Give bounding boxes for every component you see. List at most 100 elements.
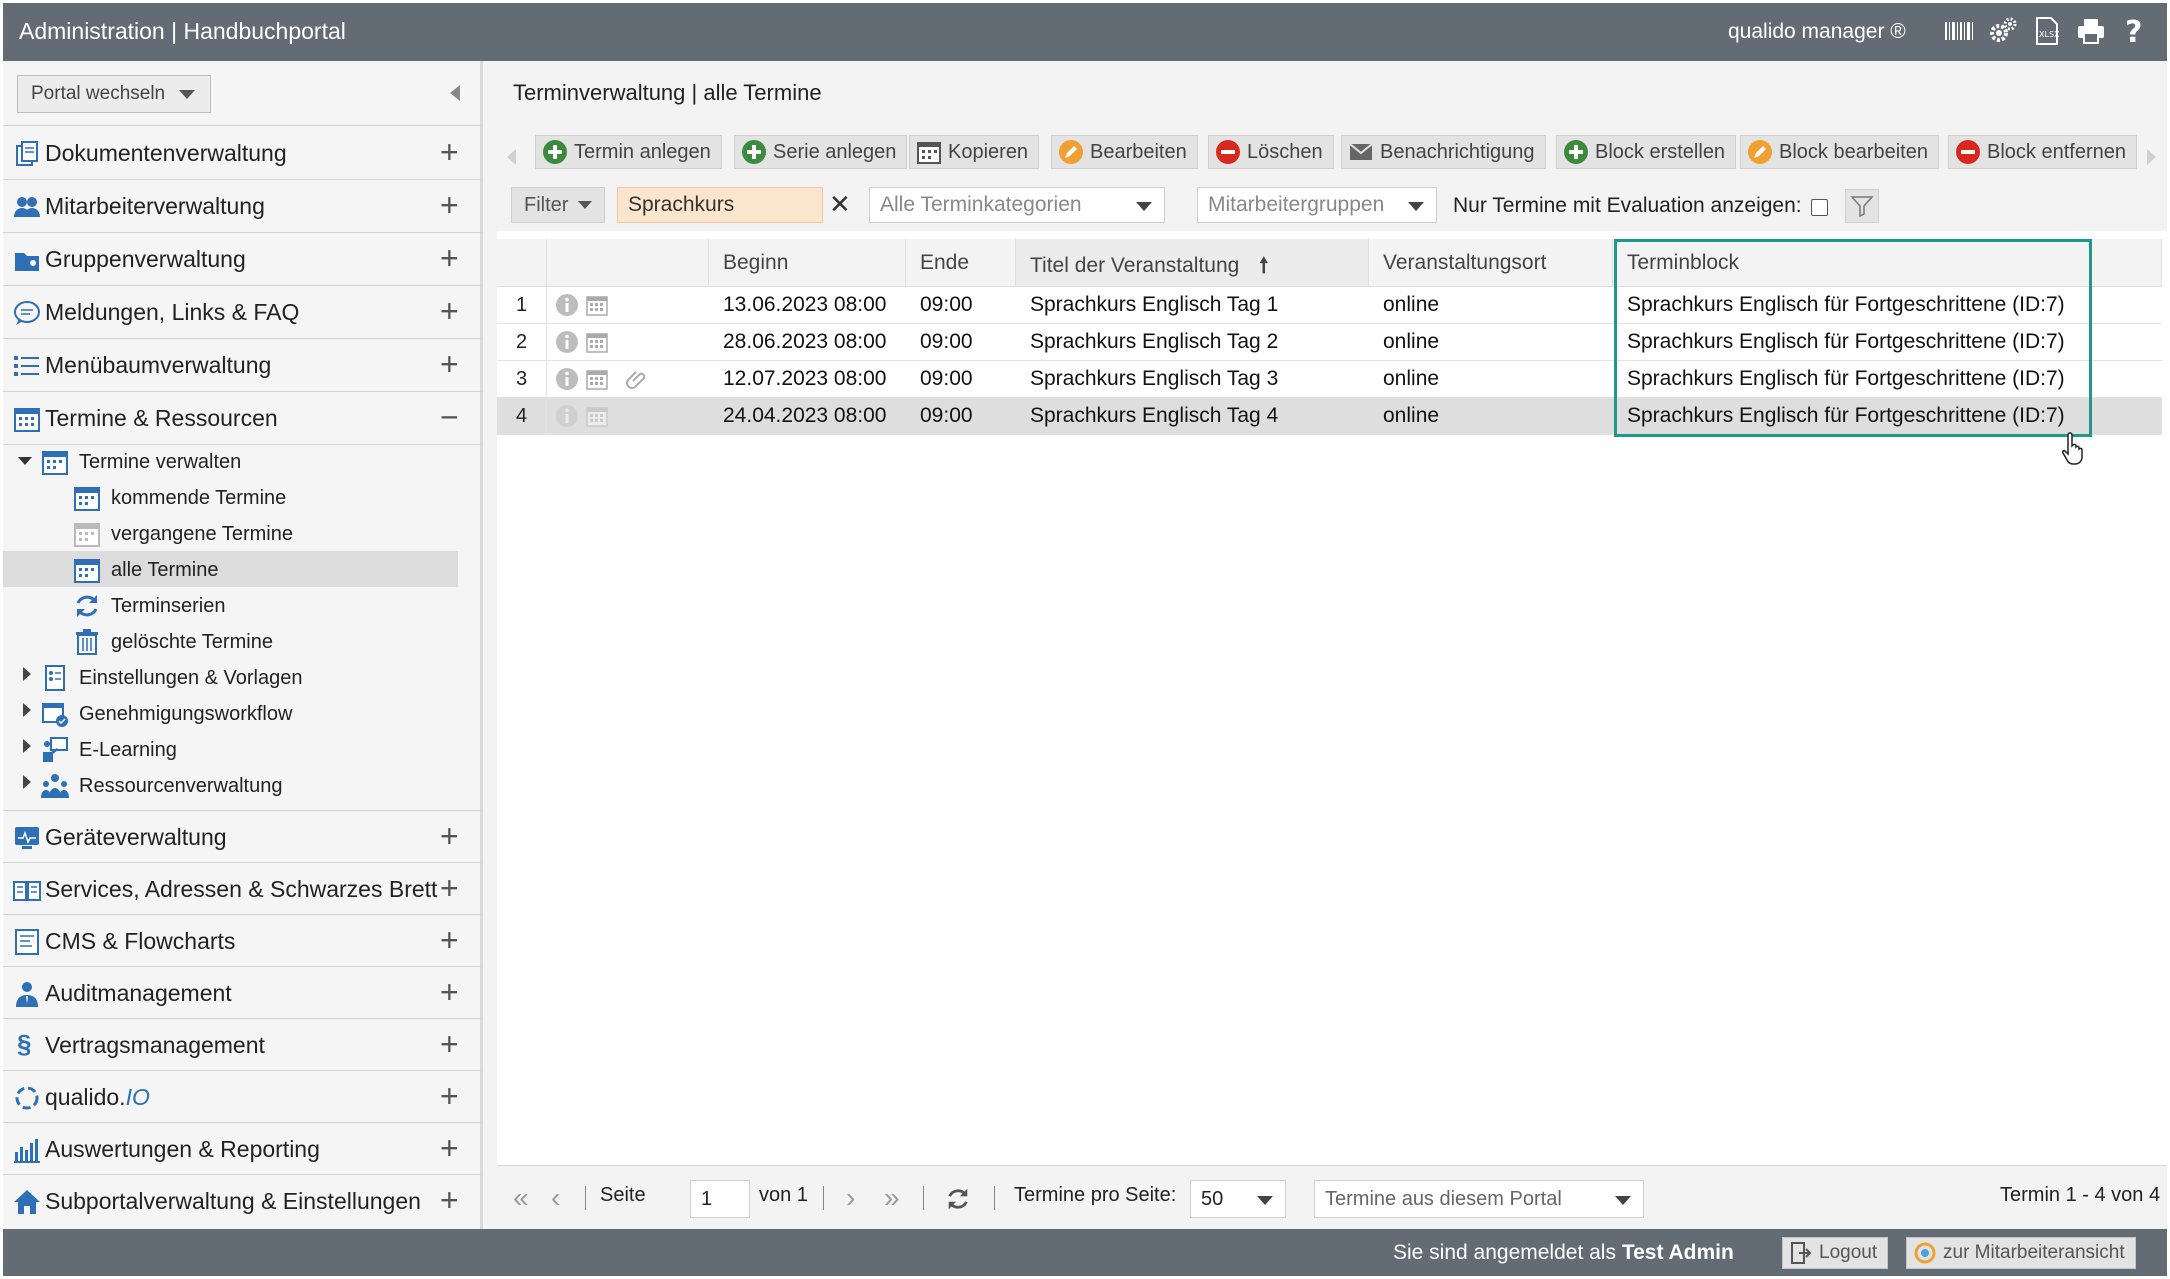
last-page-icon[interactable]: » xyxy=(884,1182,900,1214)
tree-expand-icon[interactable] xyxy=(23,775,31,789)
tree-terminserien[interactable]: Terminserien xyxy=(73,588,225,624)
nav-termine-ressourcen[interactable]: Termine & Ressourcen − xyxy=(3,392,483,444)
expand-icon[interactable]: + xyxy=(440,295,459,327)
help-icon[interactable]: ? xyxy=(2119,15,2151,47)
tree-alle-termine[interactable]: alle Termine xyxy=(73,552,218,588)
portal-scope-select[interactable]: Termine aus diesem Portal xyxy=(1314,1180,1644,1218)
calendar-icon[interactable] xyxy=(585,367,609,391)
info-icon[interactable] xyxy=(555,404,579,428)
nav-auditmanagement[interactable]: Auditmanagement + xyxy=(3,967,483,1019)
tree-e-learning[interactable]: E-Learning xyxy=(41,732,177,768)
apply-filter-button[interactable] xyxy=(1845,189,1879,223)
employee-group-select[interactable]: Mitarbeitergruppen xyxy=(1197,187,1437,223)
column-header-beginn[interactable]: Beginn xyxy=(709,239,906,287)
tree-ressourcenverwaltung[interactable]: Ressourcenverwaltung xyxy=(41,768,282,804)
nav-menuebaumverwaltung[interactable]: Menübaumverwaltung + xyxy=(3,339,483,391)
calendar-icon[interactable] xyxy=(585,293,609,317)
expand-icon[interactable]: + xyxy=(440,976,459,1008)
expand-icon[interactable]: + xyxy=(440,136,459,168)
page-number-input[interactable]: 1 xyxy=(690,1180,750,1218)
info-icon[interactable] xyxy=(555,330,579,354)
filter-dropdown[interactable]: Filter xyxy=(511,187,605,223)
presenter-icon xyxy=(43,737,68,762)
table-row[interactable]: 1 13.06.2023 08:00 09:00 Sprachkurs Englisc… xyxy=(497,287,2162,324)
collapse-icon[interactable]: − xyxy=(440,401,459,433)
expand-icon[interactable]: + xyxy=(440,189,459,221)
expand-icon[interactable]: + xyxy=(440,242,459,274)
first-page-icon[interactable]: « xyxy=(513,1182,529,1214)
category-select[interactable]: Alle Terminkategorien xyxy=(869,187,1165,223)
nav-gruppenverwaltung[interactable]: Gruppenverwaltung + xyxy=(3,233,483,285)
expand-icon[interactable]: + xyxy=(440,1028,459,1060)
nav-qualido-io[interactable]: qualido.IO + xyxy=(3,1071,483,1123)
nav-dokumentenverwaltung[interactable]: Dokumentenverwaltung + xyxy=(3,127,483,179)
loeschen-button[interactable]: Löschen xyxy=(1208,135,1334,169)
per-page-select[interactable]: 50 xyxy=(1190,1180,1286,1218)
nav-services-adressen[interactable]: Services, Adressen & Schwarzes Brett + xyxy=(3,863,483,915)
evaluation-checkbox[interactable] xyxy=(1811,199,1828,216)
expand-icon[interactable]: + xyxy=(440,924,459,956)
bearbeiten-button[interactable]: Bearbeiten xyxy=(1051,135,1198,169)
next-page-icon[interactable]: › xyxy=(846,1182,855,1214)
info-icon[interactable] xyxy=(555,367,579,391)
barcode-icon[interactable] xyxy=(1943,15,1975,47)
print-icon[interactable] xyxy=(2075,15,2107,47)
portal-switch-dropdown[interactable]: Portal wechseln xyxy=(17,75,211,113)
employee-view-button[interactable]: zur Mitarbeiteransicht xyxy=(1906,1237,2136,1269)
info-icon[interactable] xyxy=(555,293,579,317)
tree-vergangene-termine[interactable]: vergangene Termine xyxy=(73,516,293,552)
kopieren-button[interactable]: Kopieren xyxy=(909,135,1040,169)
tree-genehmigungsworkflow[interactable]: Genehmigungsworkflow xyxy=(41,696,292,732)
tree-kommende-termine[interactable]: kommende Termine xyxy=(73,480,286,516)
table-row[interactable]: 3 12.07.2023 08:00 09:00 Sprachkurs Englisc… xyxy=(497,361,2162,398)
column-header-ende[interactable]: Ende xyxy=(906,239,1016,287)
clear-search-icon[interactable]: ✕ xyxy=(829,189,851,220)
tree-expand-icon[interactable] xyxy=(23,703,31,717)
nav-vertragsmanagement[interactable]: § Vertragsmanagement + xyxy=(3,1019,483,1071)
nav-mitarbeiterverwaltung[interactable]: Mitarbeiterverwaltung + xyxy=(3,180,483,232)
tree-collapse-icon[interactable] xyxy=(18,457,32,465)
tree-expand-icon[interactable] xyxy=(23,739,31,753)
block-erstellen-button[interactable]: Block erstellen xyxy=(1556,135,1737,169)
scroll-right-icon[interactable] xyxy=(2147,149,2156,165)
expand-icon[interactable]: + xyxy=(440,872,459,904)
paperclip-icon[interactable] xyxy=(625,367,649,391)
nav-subportalverwaltung[interactable]: Subportalverwaltung & Einstellungen + xyxy=(3,1175,483,1227)
expand-icon[interactable]: + xyxy=(440,1132,459,1164)
calendar-icon xyxy=(42,451,68,475)
expand-icon[interactable]: + xyxy=(440,1080,459,1112)
cell-terminblock: Sprachkurs Englisch für Fortgeschrittene… xyxy=(1627,404,2065,427)
gears-icon[interactable] xyxy=(1987,15,2019,47)
expand-icon[interactable]: + xyxy=(440,820,459,852)
column-header-ort[interactable]: Veranstaltungsort xyxy=(1369,239,1613,287)
nav-cms-flowcharts[interactable]: CMS & Flowcharts + xyxy=(3,915,483,967)
prev-page-icon[interactable]: ‹ xyxy=(551,1182,560,1214)
column-header-titel[interactable]: Titel der Veranstaltung 🠕 xyxy=(1016,239,1369,287)
serie-anlegen-button[interactable]: Serie anlegen xyxy=(734,135,908,169)
logout-button[interactable]: Logout xyxy=(1782,1237,1889,1269)
tree-einstellungen-vorlagen[interactable]: Einstellungen & Vorlagen xyxy=(41,660,303,696)
table-row[interactable]: 2 28.06.2023 08:00 09:00 Sprachkurs Englisc… xyxy=(497,324,2162,361)
refresh-icon[interactable] xyxy=(945,1186,971,1212)
tree-geloeschte-termine[interactable]: gelöschte Termine xyxy=(73,624,273,660)
tree-termine-verwalten[interactable]: Termine verwalten xyxy=(41,444,241,480)
benachrichtigung-button[interactable]: Benachrichtigung xyxy=(1341,135,1546,169)
termin-anlegen-button[interactable]: Termin anlegen xyxy=(535,135,722,169)
table-row[interactable]: 4 24.04.2023 08:00 09:00 Sprachkurs Englisc… xyxy=(497,398,2162,435)
nav-meldungen[interactable]: Meldungen, Links & FAQ + xyxy=(3,286,483,338)
tree-expand-icon[interactable] xyxy=(23,667,31,681)
xlsx-export-icon[interactable]: XLSX xyxy=(2031,15,2063,47)
calendar-icon[interactable] xyxy=(585,404,609,428)
scroll-left-icon[interactable] xyxy=(507,149,516,165)
nav-geraeteverwaltung[interactable]: Geräteverwaltung + xyxy=(3,811,483,863)
block-bearbeiten-button[interactable]: Block bearbeiten xyxy=(1740,135,1939,169)
search-input[interactable]: Sprachkurs xyxy=(617,187,823,223)
column-header-terminblock[interactable]: Terminblock xyxy=(1613,239,2162,287)
collapse-sidebar-icon[interactable] xyxy=(450,85,460,101)
block-entfernen-button[interactable]: Block entfernen xyxy=(1948,135,2137,169)
svg-text:?: ? xyxy=(2125,16,2142,46)
nav-auswertungen[interactable]: Auswertungen & Reporting + xyxy=(3,1123,483,1175)
expand-icon[interactable]: + xyxy=(440,348,459,380)
expand-icon[interactable]: + xyxy=(440,1184,459,1216)
calendar-icon[interactable] xyxy=(585,330,609,354)
